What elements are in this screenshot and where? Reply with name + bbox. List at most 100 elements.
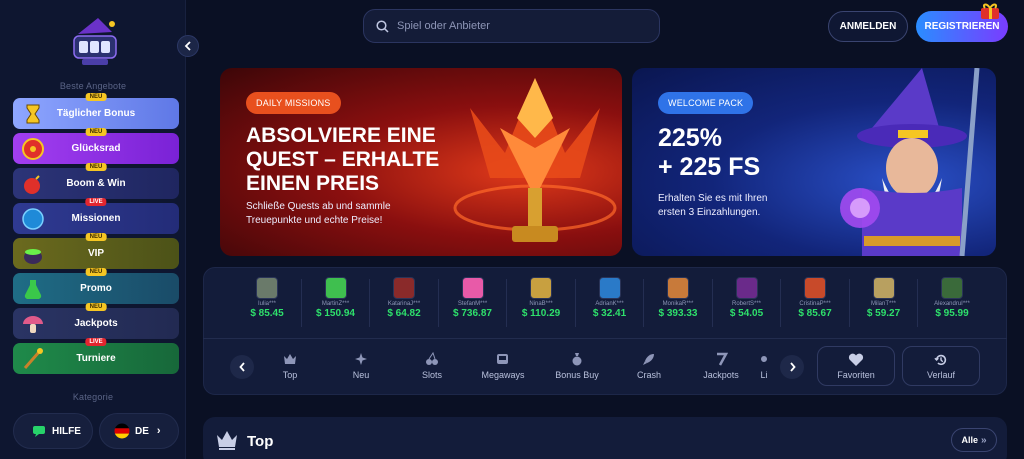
- winner-amount: $ 85.45: [250, 308, 284, 319]
- bomb-icon: [24, 175, 40, 194]
- winner-card[interactable]: MilanT*** $ 59.27: [851, 277, 917, 327]
- new-badge: NEU: [85, 163, 107, 171]
- winner-card[interactable]: NinaB*** $ 110.29: [508, 277, 574, 327]
- search-bar[interactable]: [363, 9, 660, 43]
- register-label: REGISTRIEREN: [924, 21, 1000, 32]
- category-label: Megaways: [481, 370, 525, 380]
- winner-name: AdrianK***: [595, 301, 624, 307]
- banner-welcome-pack[interactable]: WELCOME PACK 225% + 225 FS Erhalten Sie …: [632, 68, 996, 256]
- winner-card[interactable]: CristinaP*** $ 85.67: [782, 277, 848, 327]
- hourglass-icon: [26, 104, 40, 124]
- category-live[interactable]: Li: [744, 352, 784, 380]
- game-thumbnail: [256, 277, 278, 299]
- favorites-button[interactable]: Favoriten: [817, 346, 895, 386]
- section-title-category: Kategorie: [72, 392, 114, 402]
- new-badge: NEU: [85, 128, 107, 136]
- sidebar-item-label: VIP: [87, 248, 105, 259]
- slot-machine-icon: [497, 354, 508, 364]
- winner-separator: [711, 279, 713, 327]
- sidebar-item-boom-win[interactable]: NEU Boom & Win: [13, 163, 179, 199]
- chevron-right-icon: ›: [156, 425, 161, 437]
- chevron-left-icon: [184, 41, 191, 51]
- globe-icon: [22, 208, 44, 230]
- double-chevron-right-icon: »: [980, 434, 987, 446]
- cherry-icon: [426, 352, 438, 365]
- sidebar-item-missions[interactable]: LIVE Missionen: [13, 198, 179, 234]
- category-megaways[interactable]: Megaways: [468, 352, 538, 380]
- category-label: Li: [760, 370, 768, 380]
- winner-amount: $ 85.67: [798, 308, 832, 319]
- winner-separator: [369, 279, 370, 327]
- cauldron-icon: [24, 249, 42, 264]
- winner-separator: [848, 279, 850, 327]
- sidebar-item-wheel[interactable]: NEU Glücksrad: [13, 128, 179, 164]
- category-crash[interactable]: Crash: [614, 352, 684, 380]
- history-button[interactable]: Verlauf: [902, 346, 980, 386]
- welcome-pack-pill: WELCOME PACK: [658, 92, 754, 114]
- favorites-label: Favoriten: [837, 370, 875, 380]
- winner-card[interactable]: KatarinaJ*** $ 64.82: [371, 277, 437, 327]
- live-badge: LIVE: [85, 338, 107, 346]
- sidebar-item-jackpots[interactable]: NEU Jackpots: [13, 303, 179, 339]
- game-thumbnail: [461, 277, 484, 299]
- history-icon: [934, 354, 947, 366]
- sidebar-item-daily-bonus[interactable]: NEU Täglicher Bonus: [13, 93, 179, 129]
- category-new[interactable]: Neu: [326, 352, 396, 380]
- categories-prev-button[interactable]: [230, 355, 254, 379]
- winner-amount: $ 736.87: [453, 308, 492, 319]
- crown-icon: [284, 354, 296, 364]
- banner-right-title: 225% + 225 FS: [658, 124, 761, 181]
- sidebar-item-tournaments[interactable]: LIVE Turniere: [13, 338, 179, 374]
- trophy-illustration: [453, 78, 617, 242]
- wizard-illustration: [840, 68, 980, 256]
- game-thumbnail: [598, 277, 621, 299]
- winner-separator: [643, 279, 644, 327]
- top-games-section: Top Alle »: [203, 417, 1007, 459]
- category-label: Bonus Buy: [555, 370, 599, 380]
- logo-wizard-icon[interactable]: [68, 16, 122, 68]
- winner-amount: $ 393.33: [658, 308, 698, 319]
- sidebar-item-promo[interactable]: NEU Promo: [13, 268, 179, 304]
- category-top[interactable]: Top: [255, 352, 325, 380]
- winner-card[interactable]: StefanM*** $ 736.87: [440, 277, 506, 327]
- sidebar-collapse-button[interactable]: [177, 35, 199, 57]
- history-label: Verlauf: [926, 370, 956, 380]
- potion-icon: [24, 280, 42, 300]
- category-slots[interactable]: Slots: [397, 352, 467, 380]
- winner-card[interactable]: AlexandruI*** $ 95.99: [919, 277, 985, 327]
- login-button[interactable]: ANMELDEN: [828, 11, 908, 42]
- see-all-label: Alle: [961, 435, 978, 445]
- game-thumbnail: [804, 277, 826, 299]
- search-input[interactable]: [397, 20, 637, 32]
- section-title: Top: [247, 433, 274, 450]
- winner-name: MonikaR***: [662, 301, 694, 307]
- category-label: Slots: [421, 370, 442, 380]
- winner-name: Iulia***: [257, 301, 276, 307]
- see-all-button[interactable]: Alle »: [951, 428, 997, 452]
- banner-daily-missions[interactable]: DAILY MISSIONS ABSOLVIERE EINE QUEST – E…: [220, 68, 622, 256]
- search-icon: [376, 19, 389, 33]
- help-button[interactable]: HILFE: [13, 413, 93, 449]
- winner-name: StefanM***: [457, 301, 488, 307]
- categories-next-button[interactable]: [780, 355, 804, 379]
- winner-card[interactable]: MonikaR*** $ 393.33: [645, 277, 711, 327]
- winner-card[interactable]: AdrianK*** $ 32.41: [577, 277, 643, 327]
- chevron-right-icon: [789, 362, 796, 372]
- language-selector[interactable]: DE ›: [99, 413, 179, 449]
- banner-left-text: Schließe Quests ab und sammle Treuepunkt…: [246, 201, 391, 226]
- daily-missions-pill: DAILY MISSIONS: [246, 92, 341, 114]
- winner-name: KatarinaJ***: [387, 301, 421, 307]
- winner-card[interactable]: MartinZ*** $ 150.94: [303, 277, 369, 327]
- live-badge: LIVE: [85, 198, 107, 206]
- winner-name: MartinZ***: [321, 301, 350, 307]
- winner-name: AlexandruI***: [934, 301, 970, 307]
- winner-card[interactable]: Iulia*** $ 85.45: [234, 277, 300, 327]
- mushroom-icon: [23, 316, 43, 333]
- winner-separator: [437, 279, 439, 327]
- category-bonus-buy[interactable]: Bonus Buy: [542, 352, 612, 380]
- new-badge: NEU: [85, 93, 107, 101]
- game-thumbnail: [530, 277, 552, 299]
- crown-icon: [217, 431, 237, 450]
- winner-card[interactable]: RobertS*** $ 54.05: [714, 277, 780, 327]
- sidebar-item-vip[interactable]: NEU VIP: [13, 233, 179, 269]
